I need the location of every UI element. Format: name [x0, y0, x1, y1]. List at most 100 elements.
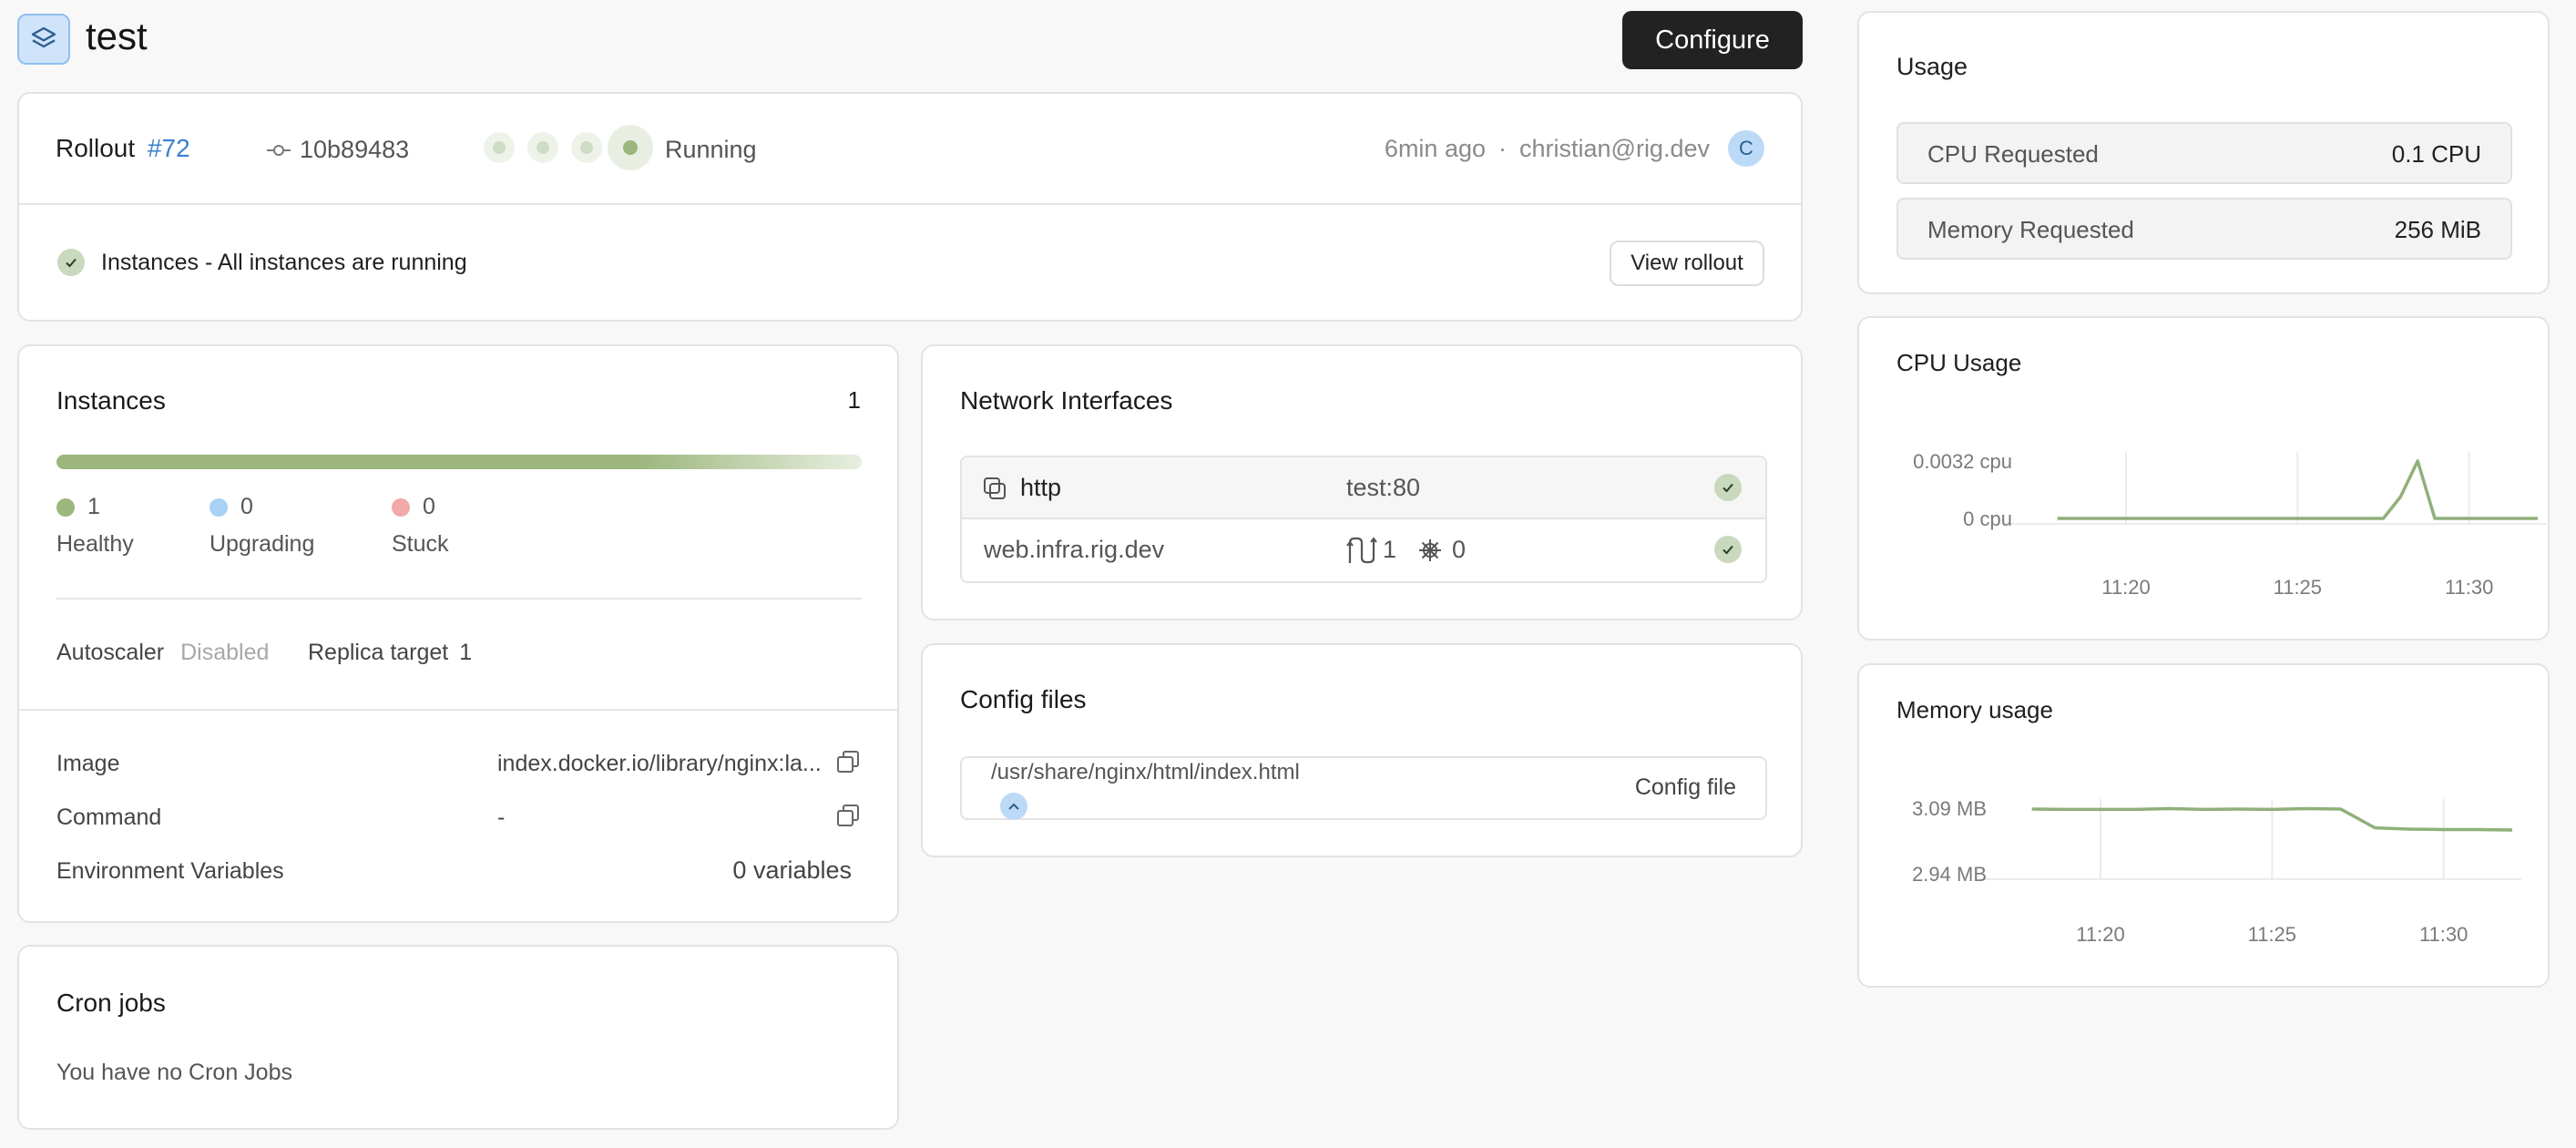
- copy-icon[interactable]: [835, 803, 861, 828]
- command-label: Command: [56, 805, 162, 830]
- replica-label: Replica target: [308, 640, 449, 665]
- config-files-card: Config files /usr/share/nginx/html/index…: [921, 643, 1803, 857]
- env-value[interactable]: 0 variables: [732, 856, 852, 885]
- stage-dot-inner: [580, 141, 593, 154]
- meta-separator: ·: [1498, 134, 1507, 162]
- config-path: /usr/share/nginx/html/index.html: [991, 760, 1300, 784]
- stuck-dot-icon: [392, 497, 410, 517]
- ingress-row[interactable]: web.infra.rig.dev 1 0: [962, 519, 1765, 581]
- cpu-requested-value: 0.1 CPU: [2391, 140, 2481, 168]
- x-tick-label: 11:20: [2076, 923, 2124, 946]
- stage-dot-active-inner: [623, 140, 638, 155]
- cron-empty-message: You have no Cron Jobs: [56, 1060, 292, 1085]
- commit-hash: 10b89483: [300, 136, 410, 163]
- check-circle-icon: [1714, 474, 1742, 501]
- legend-stuck: 0 Stuck: [392, 494, 556, 558]
- legend-healthy: 1 Healthy: [56, 494, 220, 558]
- divider: [19, 203, 1801, 205]
- env-label: Environment Variables: [56, 858, 284, 884]
- upgrading-label: Upgrading: [210, 531, 315, 557]
- upgrading-count: 0: [240, 494, 253, 519]
- ingress-host: web.infra.rig.dev: [984, 536, 1165, 563]
- x-tick-label: 11:30: [2419, 923, 2468, 946]
- instances-status: Instances - All instances are running: [57, 249, 467, 276]
- gear-count: 0: [1452, 536, 1467, 563]
- rollout-status: Running: [665, 136, 757, 163]
- image-value: index.docker.io/library/nginx:la...: [497, 751, 822, 776]
- commit-info: 10b89483: [267, 136, 409, 164]
- y-tick-label: 0.0032 cpu: [1913, 450, 2012, 473]
- y-tick-label: 2.94 MB: [1912, 863, 1987, 886]
- memory-requested-label: Memory Requested: [1927, 216, 2134, 243]
- instances-progress-bar: [56, 455, 862, 469]
- interface-name: http: [1020, 474, 1062, 501]
- check-circle-icon: [57, 249, 85, 276]
- helm-wheel-icon: [1419, 539, 1441, 561]
- network-title: Network Interfaces: [960, 386, 1173, 415]
- interface-row[interactable]: http test:80: [962, 457, 1765, 519]
- config-title: Config files: [960, 685, 1087, 713]
- route-count: 1: [1383, 536, 1397, 563]
- usage-title: Usage: [1896, 53, 1968, 80]
- healthy-label: Healthy: [56, 531, 134, 557]
- command-value: -: [497, 805, 506, 830]
- instances-card: Instances 1 1 Healthy 0 Upgrading 0 Stuc…: [17, 344, 899, 923]
- memory-requested-value: 256 MiB: [2394, 216, 2481, 243]
- healthy-dot-icon: [56, 497, 75, 517]
- instances-title: Instances: [56, 386, 166, 415]
- rollout-card: Rollout #72 10b89483 Running 6min ago · …: [17, 92, 1803, 322]
- avatar[interactable]: C: [1728, 130, 1764, 167]
- y-tick-label: 3.09 MB: [1912, 797, 1987, 820]
- divider: [19, 709, 897, 711]
- x-tick-label: 11:25: [2248, 923, 2296, 946]
- rollout-time: 6min ago: [1384, 134, 1486, 162]
- instances-count: 1: [847, 386, 861, 414]
- page-title: test: [86, 15, 148, 57]
- network-interface-table: http test:80 web.infra.rig.dev 1 0: [960, 456, 1767, 583]
- upgrading-dot-icon: [210, 497, 228, 517]
- interface-target: test:80: [1346, 474, 1421, 501]
- x-tick-label: 11:20: [2101, 576, 2150, 599]
- config-type: Config file: [1634, 774, 1736, 800]
- copy-icon[interactable]: [835, 749, 861, 774]
- view-rollout-button[interactable]: View rollout: [1610, 241, 1764, 286]
- memory-usage-card: Memory usage 11:20 11:25 11:30 3.09 MB 2.94 …: [1857, 663, 2550, 988]
- autoscaler-row: Autoscaler Disabled: [56, 640, 269, 666]
- rollout-number-link[interactable]: #72: [148, 134, 190, 162]
- legend-upgrading: 0 Upgrading: [210, 494, 373, 558]
- divider: [56, 598, 862, 600]
- x-tick-label: 11:25: [2274, 576, 2322, 599]
- autoscaler-label: Autoscaler: [56, 640, 165, 665]
- interface-icon: [984, 477, 1006, 499]
- app-logo-icon: [17, 14, 70, 65]
- route-icon: [1346, 537, 1377, 564]
- check-circle-icon: [1714, 536, 1742, 563]
- cpu-requested-row: CPU Requested 0.1 CPU: [1896, 122, 2512, 184]
- config-file-row[interactable]: /usr/share/nginx/html/index.html Config …: [960, 756, 1767, 820]
- cron-jobs-card: Cron jobs You have no Cron Jobs: [17, 945, 899, 1130]
- autoscaler-value: Disabled: [180, 640, 270, 665]
- configure-button[interactable]: Configure: [1622, 11, 1803, 69]
- memory-usage-chart: 11:20 11:25 11:30 3.09 MB 2.94 MB: [1912, 797, 2521, 946]
- rollout-meta: 6min ago · christian@rig.dev C: [1385, 130, 1764, 167]
- instances-status-message: Instances - All instances are running: [101, 249, 467, 275]
- memory-requested-row: Memory Requested 256 MiB: [1896, 198, 2512, 260]
- x-tick-label: 11:30: [2445, 576, 2493, 599]
- healthy-count: 1: [87, 494, 100, 519]
- y-tick-label: 0 cpu: [1963, 507, 2012, 530]
- image-label: Image: [56, 751, 120, 776]
- stuck-label: Stuck: [392, 531, 449, 557]
- rollout-label: Rollout: [56, 134, 136, 162]
- cpu-requested-label: CPU Requested: [1927, 140, 2099, 168]
- chevron-up-icon[interactable]: [1000, 793, 1027, 820]
- cron-title: Cron jobs: [56, 989, 166, 1017]
- usage-card: Usage CPU Requested 0.1 CPU Memory Reque…: [1857, 11, 2550, 294]
- rollout-header: Rollout #72: [56, 134, 190, 163]
- cpu-usage-chart: 11:20 11:25 11:30 0.0032 cpu 0 cpu: [1913, 450, 2547, 599]
- replica-row: Replica target 1: [308, 640, 472, 666]
- stage-dot-inner: [493, 141, 506, 154]
- rollout-user: christian@rig.dev: [1519, 134, 1710, 162]
- git-commit-icon: [267, 144, 291, 156]
- replica-value: 1: [459, 640, 473, 665]
- cpu-usage-card: CPU Usage 11:20 11:25 11:30 0.0032 cpu 0 cpu: [1857, 316, 2550, 641]
